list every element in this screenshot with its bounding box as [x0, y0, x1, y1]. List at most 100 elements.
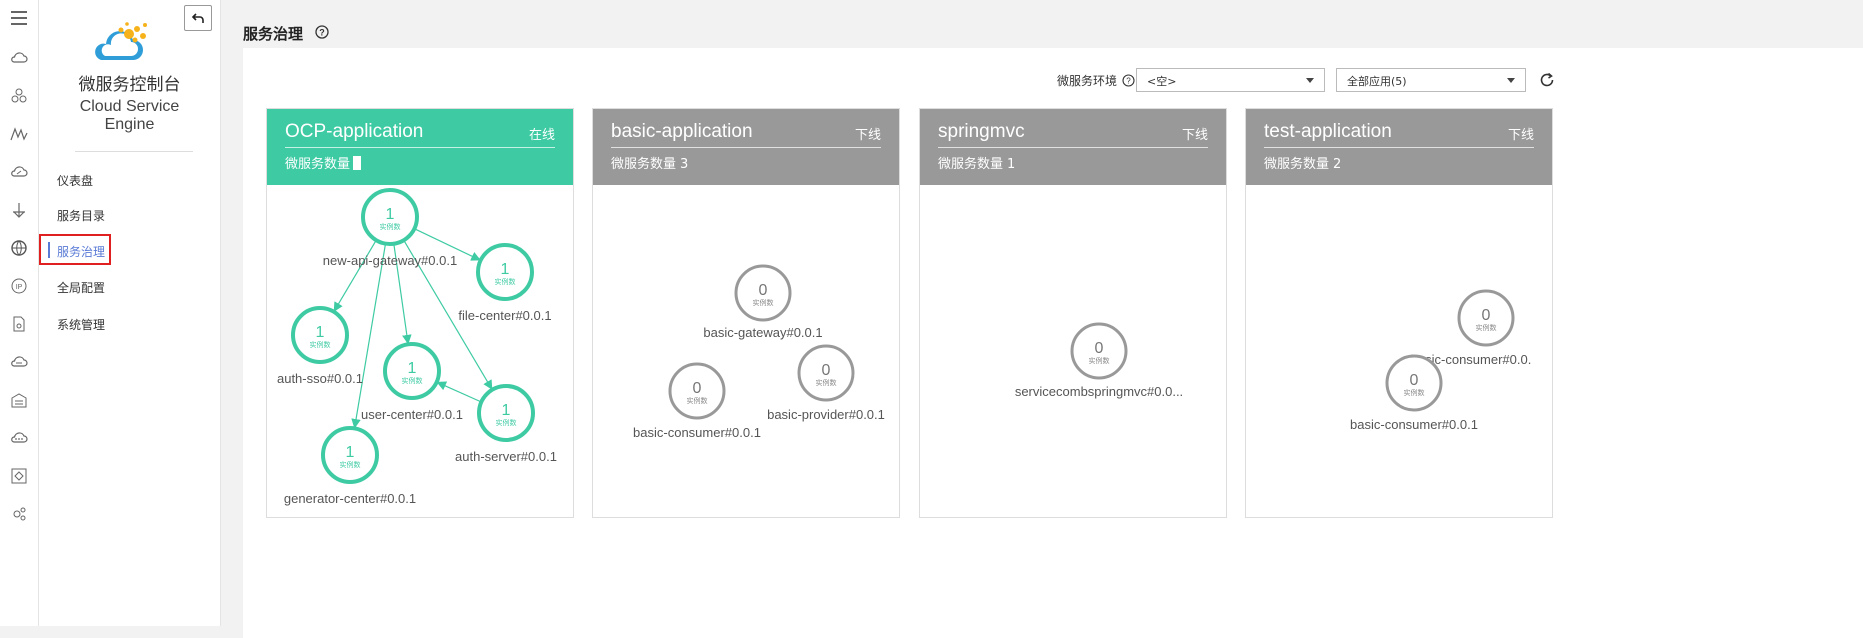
header-divider: [285, 147, 555, 148]
service-count: 微服务数量 3: [611, 153, 688, 172]
active-indicator: [48, 242, 50, 258]
nav-item-system-management[interactable]: 系统管理: [57, 316, 105, 333]
target-icon[interactable]: [4, 462, 34, 490]
menu-icon[interactable]: [4, 4, 34, 32]
storage-icon[interactable]: [4, 386, 34, 414]
service-name-label: basic-provider#0.0.1: [767, 407, 885, 422]
service-count-value: 1: [1007, 157, 1016, 172]
service-node[interactable]: 0实例数basic-consumer#0.0.: [1411, 289, 1532, 367]
app-card-header[interactable]: basic-application 下线微服务数量 3: [593, 109, 899, 185]
instance-count: 1: [386, 206, 395, 223]
service-node[interactable]: 0实例数 basic-consumer#0.0.1: [633, 362, 761, 440]
app-status: 下线: [1507, 128, 1534, 143]
help-icon[interactable]: ?: [315, 25, 329, 39]
document-icon[interactable]: [4, 310, 34, 338]
service-count-value: 2: [1333, 157, 1342, 172]
service-node[interactable]: 1实例数 user-center#0.0.1: [361, 342, 463, 422]
service-count-value: 3: [680, 157, 689, 172]
instance-count-label: 实例数: [496, 418, 517, 427]
more-icon[interactable]: [4, 424, 34, 452]
app-name: basic-application: [611, 121, 753, 142]
instance-count-label: 实例数: [1476, 323, 1497, 332]
service-count-label: 微服务数量: [285, 157, 351, 172]
app-card-header[interactable]: OCP-application 在线 微服务数量: [267, 109, 573, 185]
app-card-header[interactable]: test-application 下线微服务数量 2: [1246, 109, 1552, 185]
service-count: 微服务数量 1: [938, 153, 1015, 172]
header-divider: [1264, 147, 1534, 148]
instance-count: 0: [693, 380, 702, 397]
service-name-label: new-api-gateway#0.0.1: [323, 253, 457, 268]
settings-icon[interactable]: [4, 500, 34, 528]
side-navigation: 微服务控制台 Cloud Service Engine 仪表盘 服务目录 服务治…: [39, 0, 221, 626]
nav-item-global-config[interactable]: 全局配置: [57, 279, 105, 296]
instance-count-label: 实例数: [310, 340, 331, 349]
service-topology-graph: 0实例数basic-gateway#0.0.10实例数basic-consume…: [633, 264, 885, 440]
instance-count: 1: [501, 261, 510, 278]
env-label: 微服务环境: [1057, 74, 1118, 88]
nav-item-service-catalog[interactable]: 服务目录: [57, 207, 105, 224]
nav-item-service-governance[interactable]: 服务治理: [57, 243, 105, 260]
instance-count-label: 实例数: [402, 376, 423, 385]
instance-count: 1: [316, 324, 325, 341]
service-node[interactable]: 1实例数 generator-center#0.0.1: [284, 426, 416, 506]
mountain-icon[interactable]: [4, 120, 34, 148]
service-count: 微服务数量: [285, 153, 362, 172]
service-count-label: 微服务数量: [938, 157, 1004, 172]
service-name-label: user-center#0.0.1: [361, 407, 463, 422]
ip-icon[interactable]: IP: [4, 272, 34, 300]
instance-count-label: 实例数: [1404, 388, 1425, 397]
nav-item-dashboard[interactable]: 仪表盘: [57, 172, 93, 189]
service-node[interactable]: 0实例数 basic-consumer#0.0.1: [1350, 354, 1478, 432]
instance-count-label: 实例数: [687, 396, 708, 405]
svg-text:?: ?: [1126, 77, 1131, 86]
app-card[interactable]: OCP-application 在线 微服务数量 1 实例数 new-api-gatewa…: [266, 108, 574, 518]
svg-text:?: ?: [319, 28, 325, 38]
service-count-label: 微服务数量: [1264, 157, 1330, 172]
app-card[interactable]: springmvc 下线 微服务数量 1 0 实例数 servicecombspringmv…: [919, 108, 1227, 518]
instance-count-label: 实例数: [816, 378, 837, 387]
app-status: 下线: [854, 128, 881, 143]
app-name: test-application: [1264, 121, 1392, 142]
refresh-icon[interactable]: [1538, 71, 1556, 89]
text-cursor: [353, 156, 362, 170]
service-name-label: auth-server#0.0.1: [455, 449, 557, 464]
service-node[interactable]: 1实例数 new-api-gateway#0.0.1: [323, 188, 457, 268]
cloud-service-icon[interactable]: [4, 158, 34, 186]
cluster-icon[interactable]: [4, 82, 34, 110]
service-name-label: basic-consumer#0.0.1: [1350, 417, 1478, 432]
app-filter-select[interactable]: 全部应用(5): [1336, 68, 1526, 92]
icon-rail: IP: [0, 0, 39, 626]
upload-icon[interactable]: [4, 196, 34, 224]
service-node[interactable]: 0实例数 servicecombspringmvc#0.0...: [1015, 322, 1183, 399]
brand-title-cn: 微服务控制台: [78, 75, 181, 95]
service-name-label: file-center#0.0.1: [458, 308, 551, 323]
app-card[interactable]: basic-application 下线微服务数量 3 0 实例数 basic-gatew…: [592, 108, 900, 518]
cloud-logo-icon: [95, 22, 147, 60]
network-icon[interactable]: [4, 348, 34, 376]
service-count: 微服务数量 2: [1264, 153, 1341, 172]
service-topology-graph: 1实例数new-api-gateway#0.0.11实例数file-center…: [277, 188, 557, 506]
chevron-down-icon: [1507, 78, 1515, 83]
brand-title-en: Cloud Service Engine: [79, 98, 180, 133]
service-node[interactable]: 0实例数 basic-provider#0.0.1: [767, 344, 885, 422]
service-name-label: basic-consumer#0.0.1: [633, 425, 761, 440]
instance-count-label: 实例数: [340, 460, 361, 469]
env-select[interactable]: <空>: [1136, 68, 1325, 92]
header-divider: [611, 147, 881, 148]
cloud-icon[interactable]: [4, 44, 34, 72]
service-name-label: auth-sso#0.0.1: [277, 371, 363, 386]
dependency-edge: [333, 239, 377, 312]
service-topology-graph: 0实例数basic-consumer#0.0.0实例数basic-consume…: [1350, 289, 1532, 432]
app-card-header[interactable]: springmvc 下线 微服务数量 1: [920, 109, 1226, 185]
app-status: 在线: [528, 128, 555, 143]
env-help-icon[interactable]: ?: [1122, 74, 1135, 87]
service-node[interactable]: 0实例数 basic-gateway#0.0.1: [703, 264, 823, 340]
service-node[interactable]: 1实例数 auth-sso#0.0.1: [277, 306, 363, 386]
svg-text:IP: IP: [16, 284, 23, 291]
instance-count-label: 实例数: [1089, 356, 1110, 365]
service-name-label: servicecombspringmvc#0.0...: [1015, 384, 1183, 399]
collapse-back-button[interactable]: [184, 5, 212, 31]
service-name-label: generator-center#0.0.1: [284, 491, 416, 506]
globe-icon[interactable]: [4, 234, 34, 262]
app-card[interactable]: test-application 下线微服务数量 2 0 实例数 basic-consum…: [1245, 108, 1553, 518]
